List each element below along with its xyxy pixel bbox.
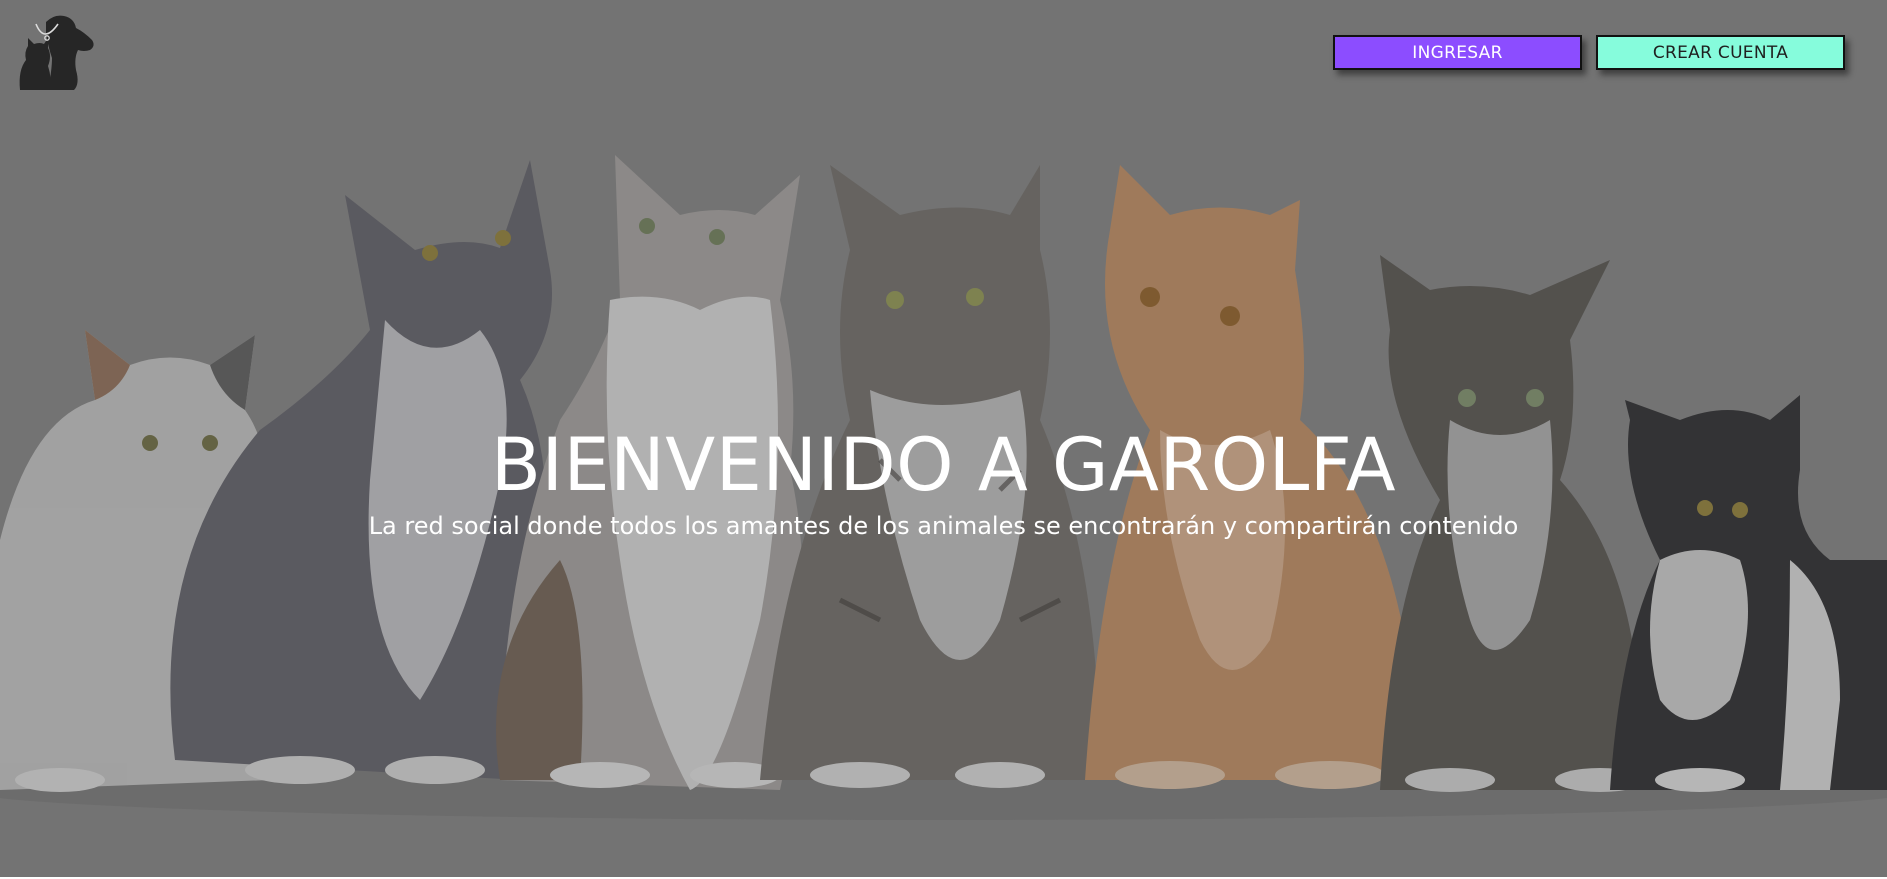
hero-subtitle: La red social donde todos los amantes de… [368,512,1519,540]
login-button[interactable]: INGRESAR [1333,35,1582,70]
dog-and-cat-silhouette-icon[interactable] [18,10,98,90]
create-account-button[interactable]: CREAR CUENTA [1596,35,1845,70]
hero-section: INGRESAR CREAR CUENTA BIENVENIDO A GAROL… [0,0,1887,877]
hero-title: BIENVENIDO A GAROLFA [490,423,1397,508]
